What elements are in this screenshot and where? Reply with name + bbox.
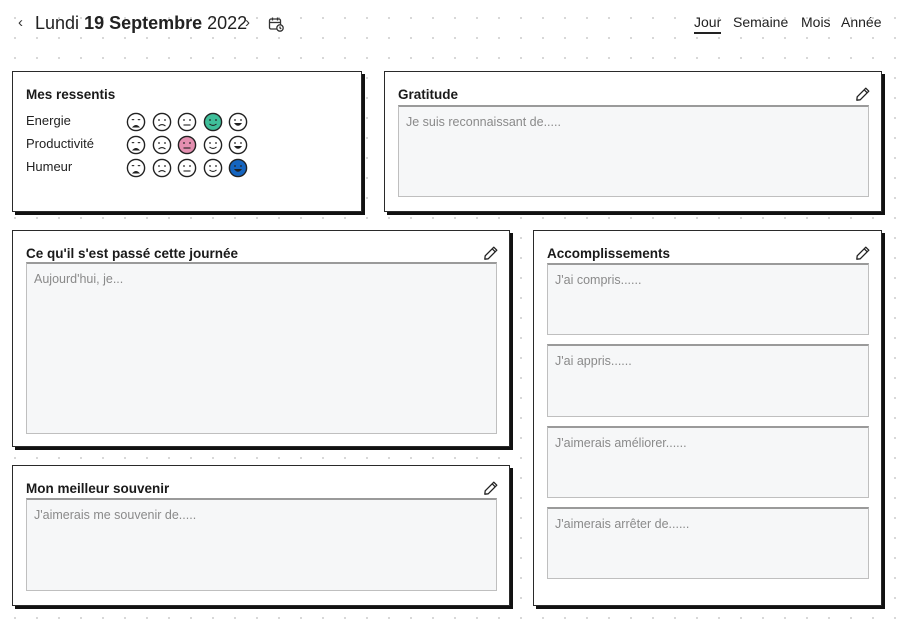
day-summary-card-title: Ce qu'il s'est passé cette journée	[26, 246, 238, 261]
understood-input[interactable]	[547, 263, 869, 335]
mood-row: Humeur	[26, 158, 356, 180]
smile-face-icon[interactable]	[203, 112, 223, 132]
next-day-button[interactable]: ›	[245, 14, 250, 31]
mood-row-label: Humeur	[26, 159, 73, 174]
accomplishments-card: Accomplissements	[533, 230, 882, 606]
gratitude-edit-icon[interactable]	[855, 86, 871, 102]
mood-card-title: Mes ressentis	[26, 87, 116, 102]
sad-face-icon[interactable]	[152, 135, 172, 155]
happy-face-icon[interactable]	[228, 158, 248, 178]
happy-face-icon[interactable]	[228, 135, 248, 155]
mood-card: Mes ressentis Energie Productivité Humeur	[12, 71, 362, 212]
previous-day-button[interactable]: ‹	[18, 14, 23, 31]
stop-input[interactable]	[547, 507, 869, 579]
mood-row-label: Productivité	[26, 136, 94, 151]
smile-face-icon[interactable]	[203, 158, 223, 178]
neutral-face-icon[interactable]	[177, 158, 197, 178]
neutral-face-icon[interactable]	[177, 112, 197, 132]
tab-semaine[interactable]: Semaine	[733, 14, 788, 30]
calendar-icon[interactable]	[268, 16, 284, 37]
gratitude-input[interactable]	[398, 105, 869, 197]
tab-mois[interactable]: Mois	[801, 14, 831, 30]
date-year: 2022	[207, 13, 248, 33]
very-sad-face-icon[interactable]	[126, 112, 146, 132]
mood-row-label: Energie	[26, 113, 71, 128]
smile-face-icon[interactable]	[203, 135, 223, 155]
accomplishments-edit-icon[interactable]	[855, 245, 871, 261]
neutral-face-icon[interactable]	[177, 135, 197, 155]
improve-input[interactable]	[547, 426, 869, 498]
day-summary-input[interactable]	[26, 262, 497, 434]
sad-face-icon[interactable]	[152, 112, 172, 132]
day-summary-card: Ce qu'il s'est passé cette journée	[12, 230, 510, 447]
mood-row: Energie	[26, 112, 356, 134]
very-sad-face-icon[interactable]	[126, 158, 146, 178]
tab-annee[interactable]: Année	[841, 14, 881, 30]
very-sad-face-icon[interactable]	[126, 135, 146, 155]
gratitude-card: Gratitude	[384, 71, 882, 212]
best-memory-card: Mon meilleur souvenir	[12, 465, 510, 606]
date-day-month: 19 Septembre	[84, 13, 203, 33]
happy-face-icon[interactable]	[228, 112, 248, 132]
day-summary-edit-icon[interactable]	[483, 245, 499, 261]
current-date: Lundi 19 Septembre 2022	[35, 13, 247, 34]
date-navigation-header: ‹ Lundi 19 Septembre 2022 › Jour Semaine…	[0, 0, 900, 50]
sad-face-icon[interactable]	[152, 158, 172, 178]
tab-jour[interactable]: Jour	[694, 14, 722, 34]
best-memory-input[interactable]	[26, 498, 497, 591]
gratitude-card-title: Gratitude	[398, 87, 459, 102]
accomplishments-card-title: Accomplissements	[547, 246, 671, 261]
best-memory-edit-icon[interactable]	[483, 480, 499, 496]
date-day-name: Lundi	[35, 13, 80, 33]
mood-row: Productivité	[26, 135, 356, 157]
learned-input[interactable]	[547, 344, 869, 417]
best-memory-card-title: Mon meilleur souvenir	[26, 481, 170, 496]
